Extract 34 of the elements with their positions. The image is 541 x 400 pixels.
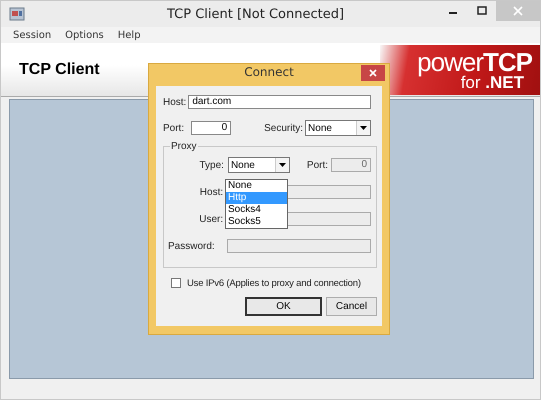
caret-icon — [360, 126, 368, 130]
group-label: Proxy — [170, 141, 198, 152]
input-field[interactable]: 0 — [191, 121, 232, 135]
app-icon — [9, 7, 25, 21]
menu-item[interactable]: Help — [118, 30, 141, 40]
menu-item[interactable]: Options — [65, 30, 104, 40]
close-icon — [369, 69, 377, 77]
caret-icon — [278, 163, 286, 167]
brand-logo: powerTCP for .NET — [380, 45, 540, 95]
checkbox[interactable] — [171, 278, 181, 288]
field-label: Security: — [264, 122, 304, 134]
field-label: Type: — [198, 160, 224, 170]
close-icon — [513, 6, 523, 16]
field-label: Port: — [163, 122, 184, 134]
field-label: Password: — [168, 240, 216, 252]
dialog-title: Connect — [243, 65, 295, 79]
checkbox-label: Use IPv6 (Applies to proxy and connection) — [187, 278, 361, 288]
dropdown[interactable]: None — [228, 157, 290, 173]
field-label: User: — [198, 214, 224, 224]
field-label: Host: — [198, 186, 224, 198]
dropdown-option[interactable]: Socks4 — [226, 204, 287, 216]
menu-item[interactable]: Session — [13, 30, 52, 40]
field-label: Port: — [306, 160, 328, 170]
window-title: TCP Client [Not Connected] — [166, 6, 346, 22]
input-field[interactable]: dart.com — [188, 95, 372, 109]
dropdown-option[interactable]: Socks5 — [226, 216, 287, 228]
maximize-icon — [476, 6, 486, 16]
cancel-button[interactable]: Cancel — [326, 297, 377, 316]
ok-button[interactable]: OK — [245, 297, 322, 316]
field-label: Host: — [163, 96, 186, 108]
dropdown-option[interactable]: None — [226, 180, 287, 192]
app-heading: TCP Client — [18, 60, 100, 78]
dropdown[interactable]: None — [305, 120, 372, 136]
close-button[interactable] — [361, 65, 385, 81]
